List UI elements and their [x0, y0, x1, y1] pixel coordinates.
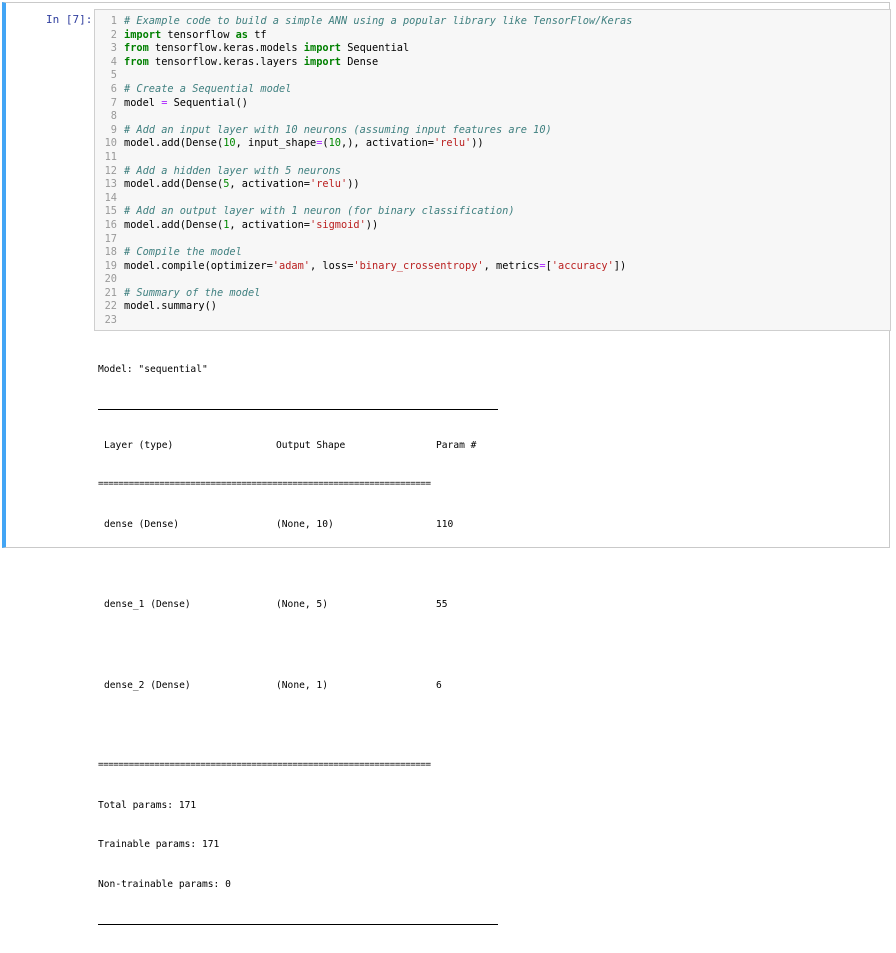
total-params: Total params: 171	[98, 799, 197, 811]
code-text: model.add(Dense(5, activation='relu'))	[124, 178, 360, 191]
code-line: 20	[95, 273, 890, 287]
row-layer: dense_2 (Dense)	[104, 679, 191, 691]
notebook-cell[interactable]: In [7]: 1 # Example code to build a simpl…	[2, 2, 891, 925]
line-number: 11	[104, 150, 117, 163]
line-number: 4	[110, 55, 117, 68]
code-editor[interactable]: 1 # Example code to build a simple ANN us…	[94, 9, 891, 331]
code-line: 3 from tensorflow.keras.models import Seq…	[95, 42, 890, 56]
line-number: 10	[104, 137, 117, 150]
line-number: 9	[110, 123, 117, 136]
code-text: from tensorflow.keras.models import Sequ…	[124, 42, 410, 55]
line-number: 18	[104, 246, 117, 259]
code-text: from tensorflow.keras.layers import Dens…	[124, 55, 379, 68]
line-number: 6	[110, 82, 117, 95]
row-shape: (None, 1)	[276, 679, 328, 691]
code-line: 16 model.add(Dense(1, activation='sigmoid…	[95, 219, 890, 233]
code-text: # Summary of the model	[124, 286, 261, 299]
line-number: 15	[104, 205, 117, 218]
model-name-line: Model: "sequential"	[98, 364, 208, 376]
separator-rule	[98, 924, 498, 925]
row-layer: dense (Dense)	[104, 519, 180, 531]
cell-output: Model: "sequential" Layer (type) Output …	[98, 337, 498, 953]
line-number: 13	[104, 178, 117, 191]
line-number: 21	[104, 286, 117, 299]
header-layer: Layer (type)	[104, 439, 174, 451]
trainable-params: Trainable params: 171	[98, 839, 220, 851]
separator-rule	[98, 409, 498, 411]
line-number: 7	[110, 96, 117, 109]
line-number: 20	[104, 273, 117, 286]
table-row: dense_2 (Dense) (None, 1) 6	[98, 679, 498, 692]
code-line: 2 import tensorflow as tf	[95, 29, 890, 43]
code-line: 19 model.compile(optimizer='adam', loss='…	[95, 260, 890, 274]
code-text: model.add(Dense(1, activation='sigmoid')…	[124, 218, 379, 231]
code-line: 14	[95, 192, 890, 206]
code-text: import tensorflow as tf	[124, 28, 267, 41]
line-number: 2	[110, 28, 117, 41]
table-row: dense (Dense) (None, 10) 110	[98, 518, 498, 531]
code-line: 10 model.add(Dense(10, input_shape=(10,),…	[95, 137, 890, 151]
code-line: 22 model.summary()	[95, 300, 890, 314]
code-text: model.summary()	[124, 300, 217, 313]
line-number: 19	[104, 259, 117, 272]
row-shape: (None, 10)	[276, 519, 334, 531]
code-line: 11	[95, 151, 890, 165]
row-layer: dense_1 (Dense)	[104, 599, 191, 611]
code-text: model.compile(optimizer='adam', loss='bi…	[124, 259, 627, 272]
line-number: 17	[104, 232, 117, 245]
code-line: 8	[95, 110, 890, 124]
line-number: 23	[104, 314, 117, 327]
code-line: 13 model.add(Dense(5, activation='relu'))	[95, 178, 890, 192]
code-line: 15 # Add an output layer with 1 neuron (f…	[95, 205, 890, 219]
code-text: # Create a Sequential model	[124, 82, 292, 95]
code-line: 4 from tensorflow.keras.layers import Den…	[95, 56, 890, 70]
code-text: # Add an input layer with 10 neurons (as…	[124, 123, 552, 136]
code-lines: 1 # Example code to build a simple ANN us…	[95, 15, 890, 328]
code-text: # Add an output layer with 1 neuron (for…	[124, 205, 515, 218]
code-line: 17	[95, 233, 890, 247]
code-line: 21 # Summary of the model	[95, 287, 890, 301]
code-line: 1 # Example code to build a simple ANN us…	[95, 15, 890, 29]
code-line: 18 # Compile the model	[95, 246, 890, 260]
equals-rule: ========================================…	[98, 759, 431, 770]
non-trainable-params: Non-trainable params: 0	[98, 879, 231, 891]
row-params: 110	[436, 519, 454, 531]
code-text: # Compile the model	[124, 246, 242, 259]
line-number: 8	[110, 110, 117, 123]
line-number: 16	[104, 218, 117, 231]
row-params: 6	[436, 679, 442, 691]
code-line: 9 # Add an input layer with 10 neurons (a…	[95, 124, 890, 138]
line-number: 12	[104, 164, 117, 177]
line-number: 3	[110, 42, 117, 55]
line-number: 5	[110, 69, 117, 82]
header-shape: Output Shape	[276, 439, 346, 451]
cell-prompt: In [7]:	[46, 13, 93, 26]
code-line: 6 # Create a Sequential model	[95, 83, 890, 97]
equals-rule: ========================================…	[98, 479, 431, 490]
code-text: # Example code to build a simple ANN usi…	[124, 15, 633, 27]
row-params: 55	[436, 599, 448, 611]
code-text: model = Sequential()	[124, 96, 248, 109]
line-number: 14	[104, 191, 117, 204]
code-text: # Add a hidden layer with 5 neurons	[124, 164, 341, 177]
summary-header-row: Layer (type) Output Shape Param #	[98, 439, 498, 452]
line-number: 1	[110, 15, 117, 27]
code-text: model.add(Dense(10, input_shape=(10,), a…	[124, 137, 484, 150]
code-line: 7 model = Sequential()	[95, 97, 890, 111]
code-line: 12 # Add a hidden layer with 5 neurons	[95, 165, 890, 179]
header-params: Param #	[436, 439, 477, 451]
line-number: 22	[104, 300, 117, 313]
code-line: 23	[95, 314, 890, 328]
row-shape: (None, 5)	[276, 599, 328, 611]
code-line: 5	[95, 69, 890, 83]
table-row: dense_1 (Dense) (None, 5) 55	[98, 598, 498, 611]
